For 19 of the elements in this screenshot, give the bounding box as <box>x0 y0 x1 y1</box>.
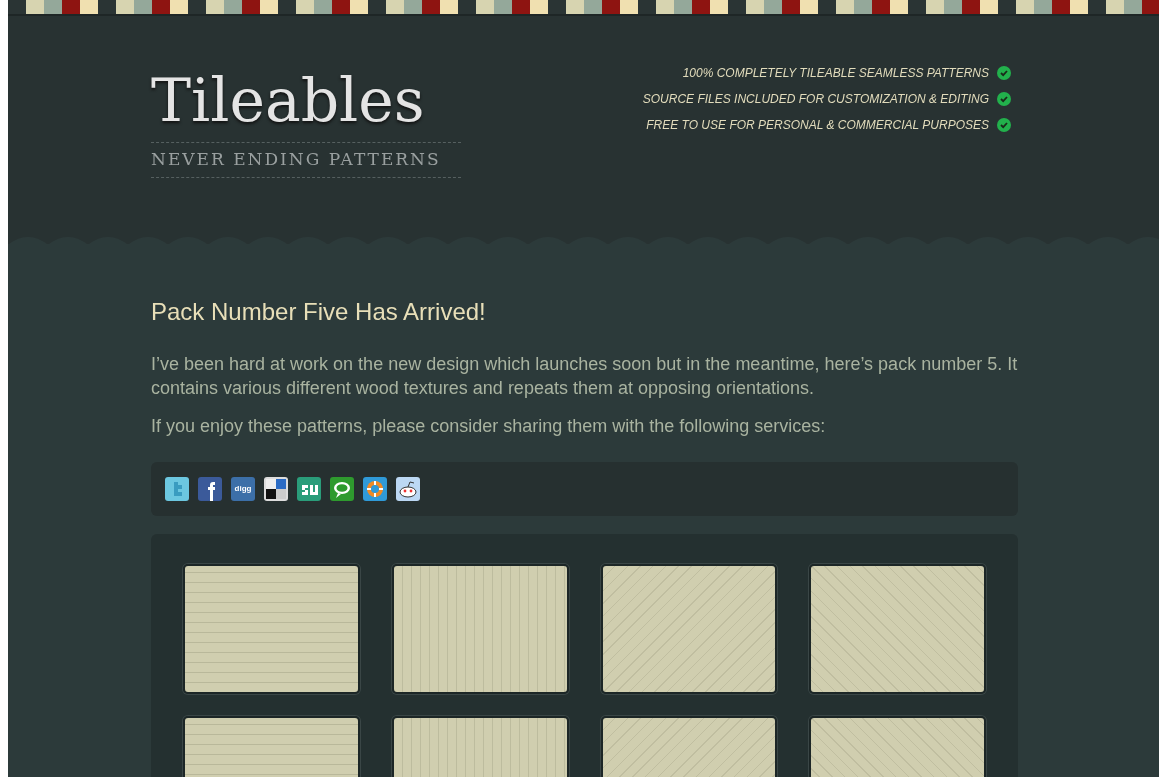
feature-text: SOURCE FILES INCLUDED FOR CUSTOMIZATION & EDITING <box>642 91 989 108</box>
su-icon[interactable] <box>297 477 321 501</box>
pattern-thumbnail[interactable] <box>600 564 778 694</box>
feature-text: FREE TO USE FOR PERSONAL & COMMERCIAL PURPOSES <box>646 117 989 134</box>
squares-icon[interactable] <box>264 477 288 501</box>
feature-text: 100% COMPLETELY TILEABLE SEAMLESS PATTERNS <box>682 65 989 82</box>
page-heading: Pack Number Five Has Arrived! <box>151 297 487 327</box>
ring-icon[interactable] <box>363 477 387 501</box>
pattern-thumbnail[interactable] <box>809 564 986 694</box>
pattern-thumbnail[interactable] <box>391 564 569 694</box>
tagline: NEVER ENDING PATTERNS <box>151 142 461 178</box>
logo-title: Tileables <box>151 64 426 136</box>
paragraph: I’ve been hard at work on the new design which launches soon but in the meantime, here’s pack number 5. It contains various different wood textures and repeats them at opposing orientations. <box>151 353 1018 400</box>
alien-icon[interactable] <box>396 477 420 501</box>
share-link[interactable]: digg <box>231 477 255 501</box>
speech-icon[interactable] <box>330 477 354 501</box>
pattern-thumbnail[interactable] <box>183 564 360 694</box>
letter-f-icon[interactable] <box>198 477 222 501</box>
paragraph: If you enjoy these patterns, please consider sharing them with the following services: <box>151 415 827 438</box>
